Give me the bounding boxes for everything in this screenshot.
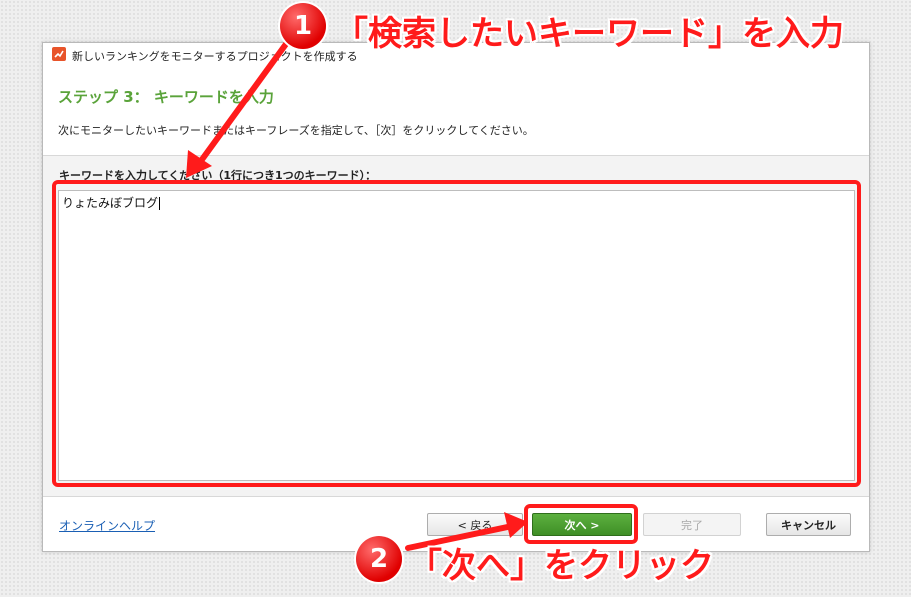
cancel-button[interactable]: キャンセル bbox=[766, 513, 851, 536]
step-description: 次にモニターしたいキーワードまたはキーフレーズを指定して、［次］をクリックしてく… bbox=[58, 124, 534, 137]
annotation-step-1-text: 「検索したいキーワード」を入力 bbox=[334, 14, 844, 54]
annotation-highlight-keyword-box bbox=[52, 180, 861, 487]
annotation-step-1-badge: 1 bbox=[280, 3, 326, 49]
step-title: ステップ 3： キーワードを入力 bbox=[58, 88, 274, 106]
footer-divider bbox=[43, 496, 869, 497]
annotation-step-2-badge: 2 bbox=[356, 536, 402, 582]
finish-button[interactable]: 完了 bbox=[643, 513, 741, 536]
annotation-step-2-text: 「次へ」をクリック bbox=[408, 546, 714, 586]
app-icon bbox=[52, 47, 66, 61]
back-button[interactable]: < 戻る bbox=[427, 513, 523, 536]
online-help-link[interactable]: オンラインヘルプ bbox=[59, 517, 155, 534]
window-title: 新しいランキングをモニターするプロジェクトを作成する bbox=[72, 50, 358, 63]
